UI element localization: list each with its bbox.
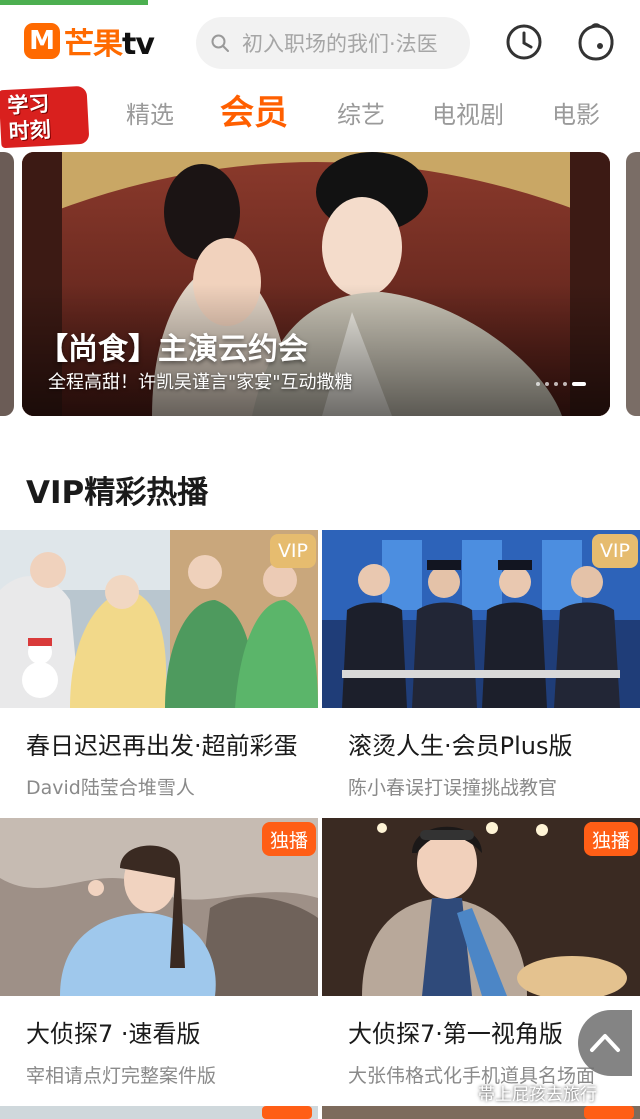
category-tabs: 学习 时刻 精选 会员 综艺 电视剧 电影 — [0, 85, 640, 155]
video-subtitle: 宰相请点灯完整案件版 — [26, 1065, 217, 1087]
video-thumbnail: VIP — [322, 530, 640, 708]
carousel-dot — [554, 382, 558, 386]
video-card[interactable]: VIP 滚烫人生·会员Plus版 陈小春误打误撞挑战教官 — [322, 530, 640, 800]
search-icon — [211, 34, 229, 52]
carousel-dot-active — [572, 382, 586, 386]
top-header: M 芒果tv 初入职场的我们·法医 — [0, 5, 640, 75]
exclusive-badge: 独播 — [261, 822, 316, 856]
logo-text: 芒果tv — [64, 27, 155, 62]
tab-variety[interactable]: 综艺 — [337, 95, 385, 130]
hero-banner[interactable]: 【尚食】主演云约会 全程高甜！许凯吴谨言"家宴"互动撒糖 — [22, 152, 610, 416]
carousel-dot — [545, 382, 549, 386]
chevron-up-icon — [590, 1034, 620, 1052]
video-subtitle: David陆莹合堆雪人 — [26, 777, 195, 799]
banner-subtitle: 全程高甜！许凯吴谨言"家宴"互动撒糖 — [48, 372, 353, 393]
mango-tv-logo[interactable]: M 芒果tv — [24, 21, 155, 62]
study-time-promo-badge[interactable]: 学习 时刻 — [0, 85, 90, 149]
search-bar[interactable]: 初入职场的我们·法医 — [196, 17, 470, 69]
video-subtitle: 陈小春误打误撞挑战教官 — [348, 777, 558, 799]
video-title: 大侦探7 ·速看版 — [26, 1020, 201, 1048]
next-banner-peek[interactable] — [626, 152, 640, 416]
tab-movies[interactable]: 电影 — [552, 95, 600, 130]
tab-tv-series[interactable]: 电视剧 — [432, 95, 504, 130]
prev-banner-peek[interactable] — [0, 152, 14, 416]
section-title-vip-hot: VIP精彩热播 — [26, 475, 209, 511]
exclusive-badge: 独播 — [583, 822, 638, 856]
tab-featured[interactable]: 精选 — [126, 95, 174, 130]
tab-vip[interactable]: 会员 — [220, 85, 288, 134]
history-clock-icon[interactable] — [504, 22, 544, 62]
carousel-dot — [536, 382, 540, 386]
video-title: 春日迟迟再出发·超前彩蛋 — [26, 732, 298, 760]
logo-mark-icon: M — [24, 23, 60, 59]
search-placeholder: 初入职场的我们·法医 — [242, 32, 438, 56]
video-thumbnail: 独播 — [322, 818, 640, 996]
watermark-text: 帯上屁孩去旅行 — [478, 1085, 597, 1105]
next-row-thumbnails-peek — [0, 1106, 640, 1119]
video-title: 滚烫人生·会员Plus版 — [348, 732, 573, 760]
mango-profile-icon[interactable] — [576, 22, 616, 62]
video-thumbnail: VIP — [0, 530, 318, 708]
carousel-indicator — [536, 382, 586, 386]
vip-badge: VIP — [591, 534, 638, 568]
vip-badge: VIP — [269, 534, 316, 568]
video-card[interactable]: 独播 大侦探7 ·速看版 宰相请点灯完整案件版 — [0, 818, 318, 1088]
banner-title: 【尚食】主演云约会 — [38, 332, 308, 367]
video-card[interactable]: VIP 春日迟迟再出发·超前彩蛋 David陆莹合堆雪人 — [0, 530, 318, 800]
video-thumbnail: 独播 — [0, 818, 318, 996]
carousel-dot — [563, 382, 567, 386]
logo-tv-text: tv — [122, 27, 155, 62]
